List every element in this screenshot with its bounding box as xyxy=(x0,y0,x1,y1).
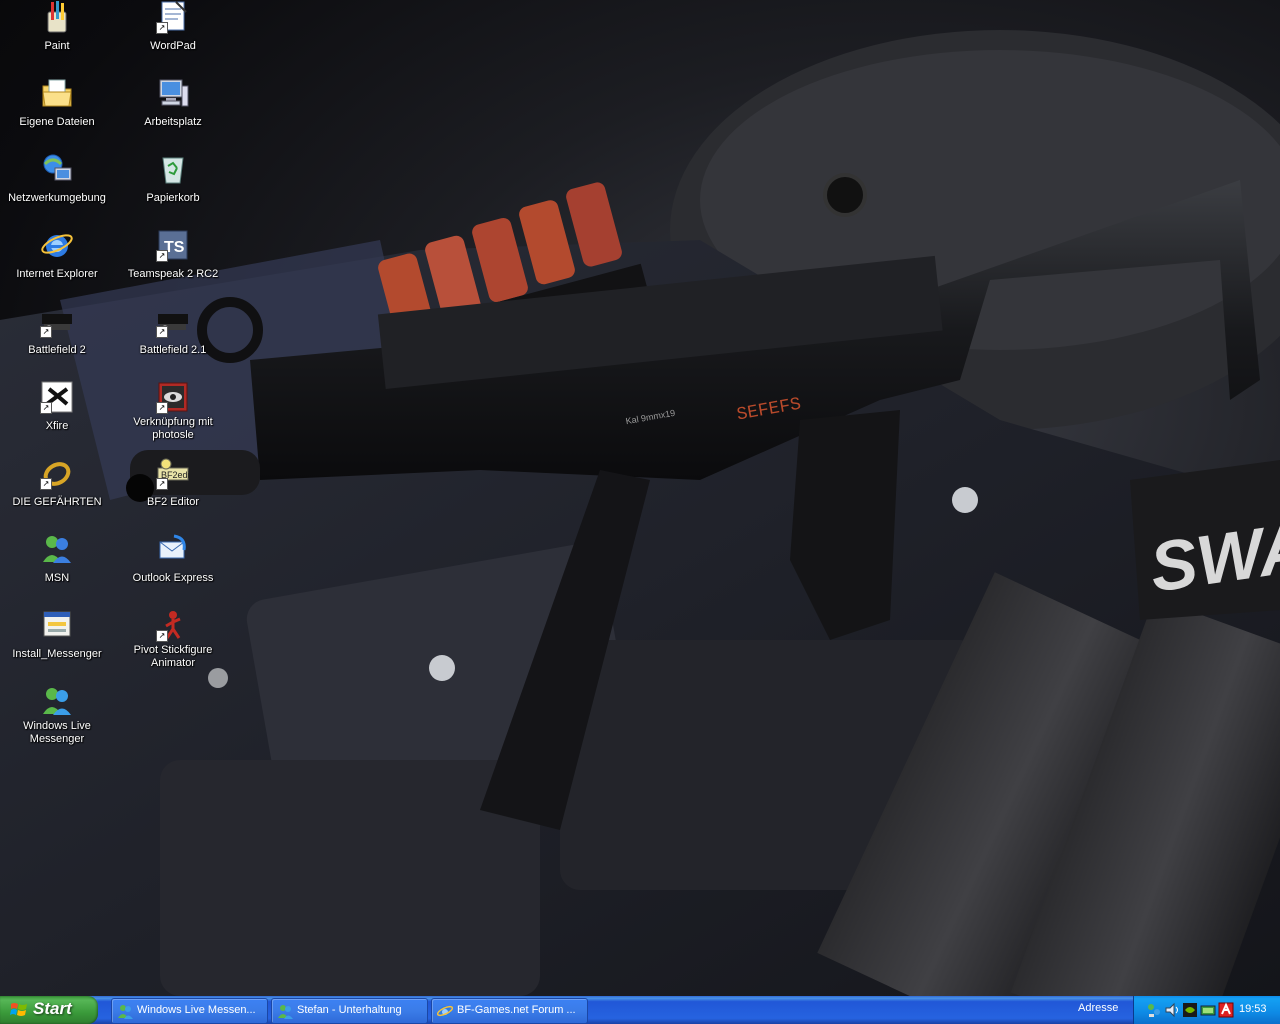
ring-icon: ↗ xyxy=(40,456,74,490)
desktop[interactable]: SWA SEFEFS Kal 9mmx19 Paint ↗ WordPad Ei… xyxy=(0,0,1280,996)
paint-icon xyxy=(40,0,74,34)
desktop-icon-internet-explorer[interactable]: Internet Explorer xyxy=(1,228,113,282)
network-places-icon xyxy=(40,152,74,186)
desktop-icon-label: Install_Messenger xyxy=(12,648,102,660)
wordpad-icon: ↗ xyxy=(156,0,190,34)
shortcut-arrow-icon: ↗ xyxy=(156,250,168,262)
desktop-icon-label: Battlefield 2 xyxy=(28,344,86,356)
desktop-icon-bf2-editor[interactable]: BF2edit ↗ BF2 Editor xyxy=(117,456,229,510)
desktop-icon-label: WordPad xyxy=(150,40,196,52)
start-button[interactable]: Start xyxy=(0,996,98,1024)
desktop-icon-label: MSN xyxy=(44,572,70,584)
desktop-icon-label: Xfire xyxy=(45,420,69,432)
nvidia-icon[interactable] xyxy=(1182,1002,1198,1018)
desktop-icon-outlook-express[interactable]: Outlook Express xyxy=(117,532,229,586)
taskbar: Start Windows Live Messen... Stefan - Un… xyxy=(0,996,1280,1024)
desktop-icon-label: Arbeitsplatz xyxy=(144,116,202,128)
desktop-icon-battlefield-2-1[interactable]: ↗ Battlefield 2.1 xyxy=(117,304,229,358)
graphics-icon[interactable] xyxy=(1200,1002,1216,1018)
desktop-icon-die-gefaehrten[interactable]: ↗ DIE GEFÄHRTEN xyxy=(1,456,113,510)
desktop-icon-papierkorb[interactable]: Papierkorb xyxy=(117,152,229,206)
photosle-icon: ↗ xyxy=(156,380,190,414)
clock[interactable]: 19:53 xyxy=(1239,1003,1267,1015)
antivirus-icon[interactable] xyxy=(1218,1002,1234,1018)
recycle-bin-icon xyxy=(156,152,190,186)
shortcut-arrow-icon: ↗ xyxy=(40,402,52,414)
desktop-icon-label: Eigene Dateien xyxy=(19,116,95,128)
task-label: BF-Games.net Forum ... xyxy=(457,1004,576,1016)
desktop-icon-arbeitsplatz[interactable]: Arbeitsplatz xyxy=(117,76,229,130)
desktop-icon-eigene-dateien[interactable]: Eigene Dateien xyxy=(1,76,113,130)
internet-explorer-icon xyxy=(40,228,74,262)
desktop-icon-label: DIE GEFÄHRTEN xyxy=(12,496,102,508)
task-stefan-unterhaltung[interactable]: Stefan - Unterhaltung xyxy=(271,998,428,1024)
desktop-icon-label: Battlefield 2.1 xyxy=(139,344,207,356)
task-label: Stefan - Unterhaltung xyxy=(297,1004,402,1016)
xfire-icon: ↗ xyxy=(40,380,74,414)
desktop-icon-label: Windows Live Messenger xyxy=(23,720,91,745)
shortcut-arrow-icon: ↗ xyxy=(156,478,168,490)
desktop-icon-label: Verknüpfung mit photosle xyxy=(133,416,213,441)
outlook-express-icon xyxy=(156,532,190,566)
shortcut-arrow-icon: ↗ xyxy=(156,22,168,34)
windows-logo-icon xyxy=(10,1003,27,1016)
shortcut-arrow-icon: ↗ xyxy=(40,326,52,338)
desktop-icon-label: Outlook Express xyxy=(132,572,214,584)
desktop-icon-teamspeak[interactable]: TS ↗ Teamspeak 2 RC2 xyxy=(117,228,229,282)
desktop-icon-label: BF2 Editor xyxy=(147,496,199,508)
messenger-chat-icon xyxy=(278,1005,293,1019)
desktop-icon-windows-live-messenger[interactable]: Windows Live Messenger xyxy=(1,684,113,747)
installer-icon xyxy=(40,608,74,642)
desktop-icon-wordpad[interactable]: ↗ WordPad xyxy=(117,0,229,54)
desktop-icon-xfire[interactable]: ↗ Xfire xyxy=(1,380,113,434)
desktop-icon-label: Pivot Stickfigure Animator xyxy=(133,644,213,669)
task-label: Windows Live Messen... xyxy=(137,1004,256,1016)
desktop-icon-pivot-stickfigure[interactable]: ↗ Pivot Stickfigure Animator xyxy=(117,608,229,671)
live-messenger-icon xyxy=(40,684,74,718)
shortcut-arrow-icon: ↗ xyxy=(156,402,168,414)
system-tray: 19:53 xyxy=(1133,996,1280,1024)
my-documents-icon xyxy=(40,76,74,110)
desktop-icon-netzwerkumgebung[interactable]: Netzwerkumgebung xyxy=(1,152,113,206)
desktop-icon-label: Teamspeak 2 RC2 xyxy=(127,268,219,280)
shortcut-arrow-icon: ↗ xyxy=(156,326,168,338)
desktop-icon-battlefield-2[interactable]: ↗ Battlefield 2 xyxy=(1,304,113,358)
volume-icon[interactable] xyxy=(1164,1002,1180,1018)
stickfigure-icon: ↗ xyxy=(156,608,190,642)
desktop-icon-photosle[interactable]: ↗ Verknüpfung mit photosle xyxy=(117,380,229,443)
shortcut-arrow-icon: ↗ xyxy=(156,630,168,642)
task-windows-live-messenger[interactable]: Windows Live Messen... xyxy=(111,998,268,1024)
task-bf-games-forum[interactable]: BF-Games.net Forum ... xyxy=(431,998,588,1024)
bf2-editor-icon: BF2edit ↗ xyxy=(156,456,190,490)
battlefield-icon: ↗ xyxy=(40,304,74,338)
desktop-icon-install-messenger[interactable]: Install_Messenger xyxy=(1,608,113,662)
teamspeak-icon: TS ↗ xyxy=(156,228,190,262)
desktop-icon-paint[interactable]: Paint xyxy=(1,0,113,54)
live-messenger-icon xyxy=(118,1005,133,1019)
desktop-icon-label: Papierkorb xyxy=(146,192,200,204)
desktop-icon-label: Internet Explorer xyxy=(16,268,98,280)
start-label: Start xyxy=(33,999,72,1018)
network-icon[interactable] xyxy=(1146,1002,1162,1018)
address-toolbar-label[interactable]: Adresse xyxy=(1078,1002,1118,1014)
battlefield-icon: ↗ xyxy=(156,304,190,338)
internet-explorer-icon xyxy=(437,1005,453,1018)
desktop-icon-label: Paint xyxy=(44,40,70,52)
msn-icon xyxy=(40,532,74,566)
desktop-icon-msn[interactable]: MSN xyxy=(1,532,113,586)
my-computer-icon xyxy=(156,76,190,110)
desktop-icon-label: Netzwerkumgebung xyxy=(8,192,106,204)
shortcut-arrow-icon: ↗ xyxy=(40,478,52,490)
